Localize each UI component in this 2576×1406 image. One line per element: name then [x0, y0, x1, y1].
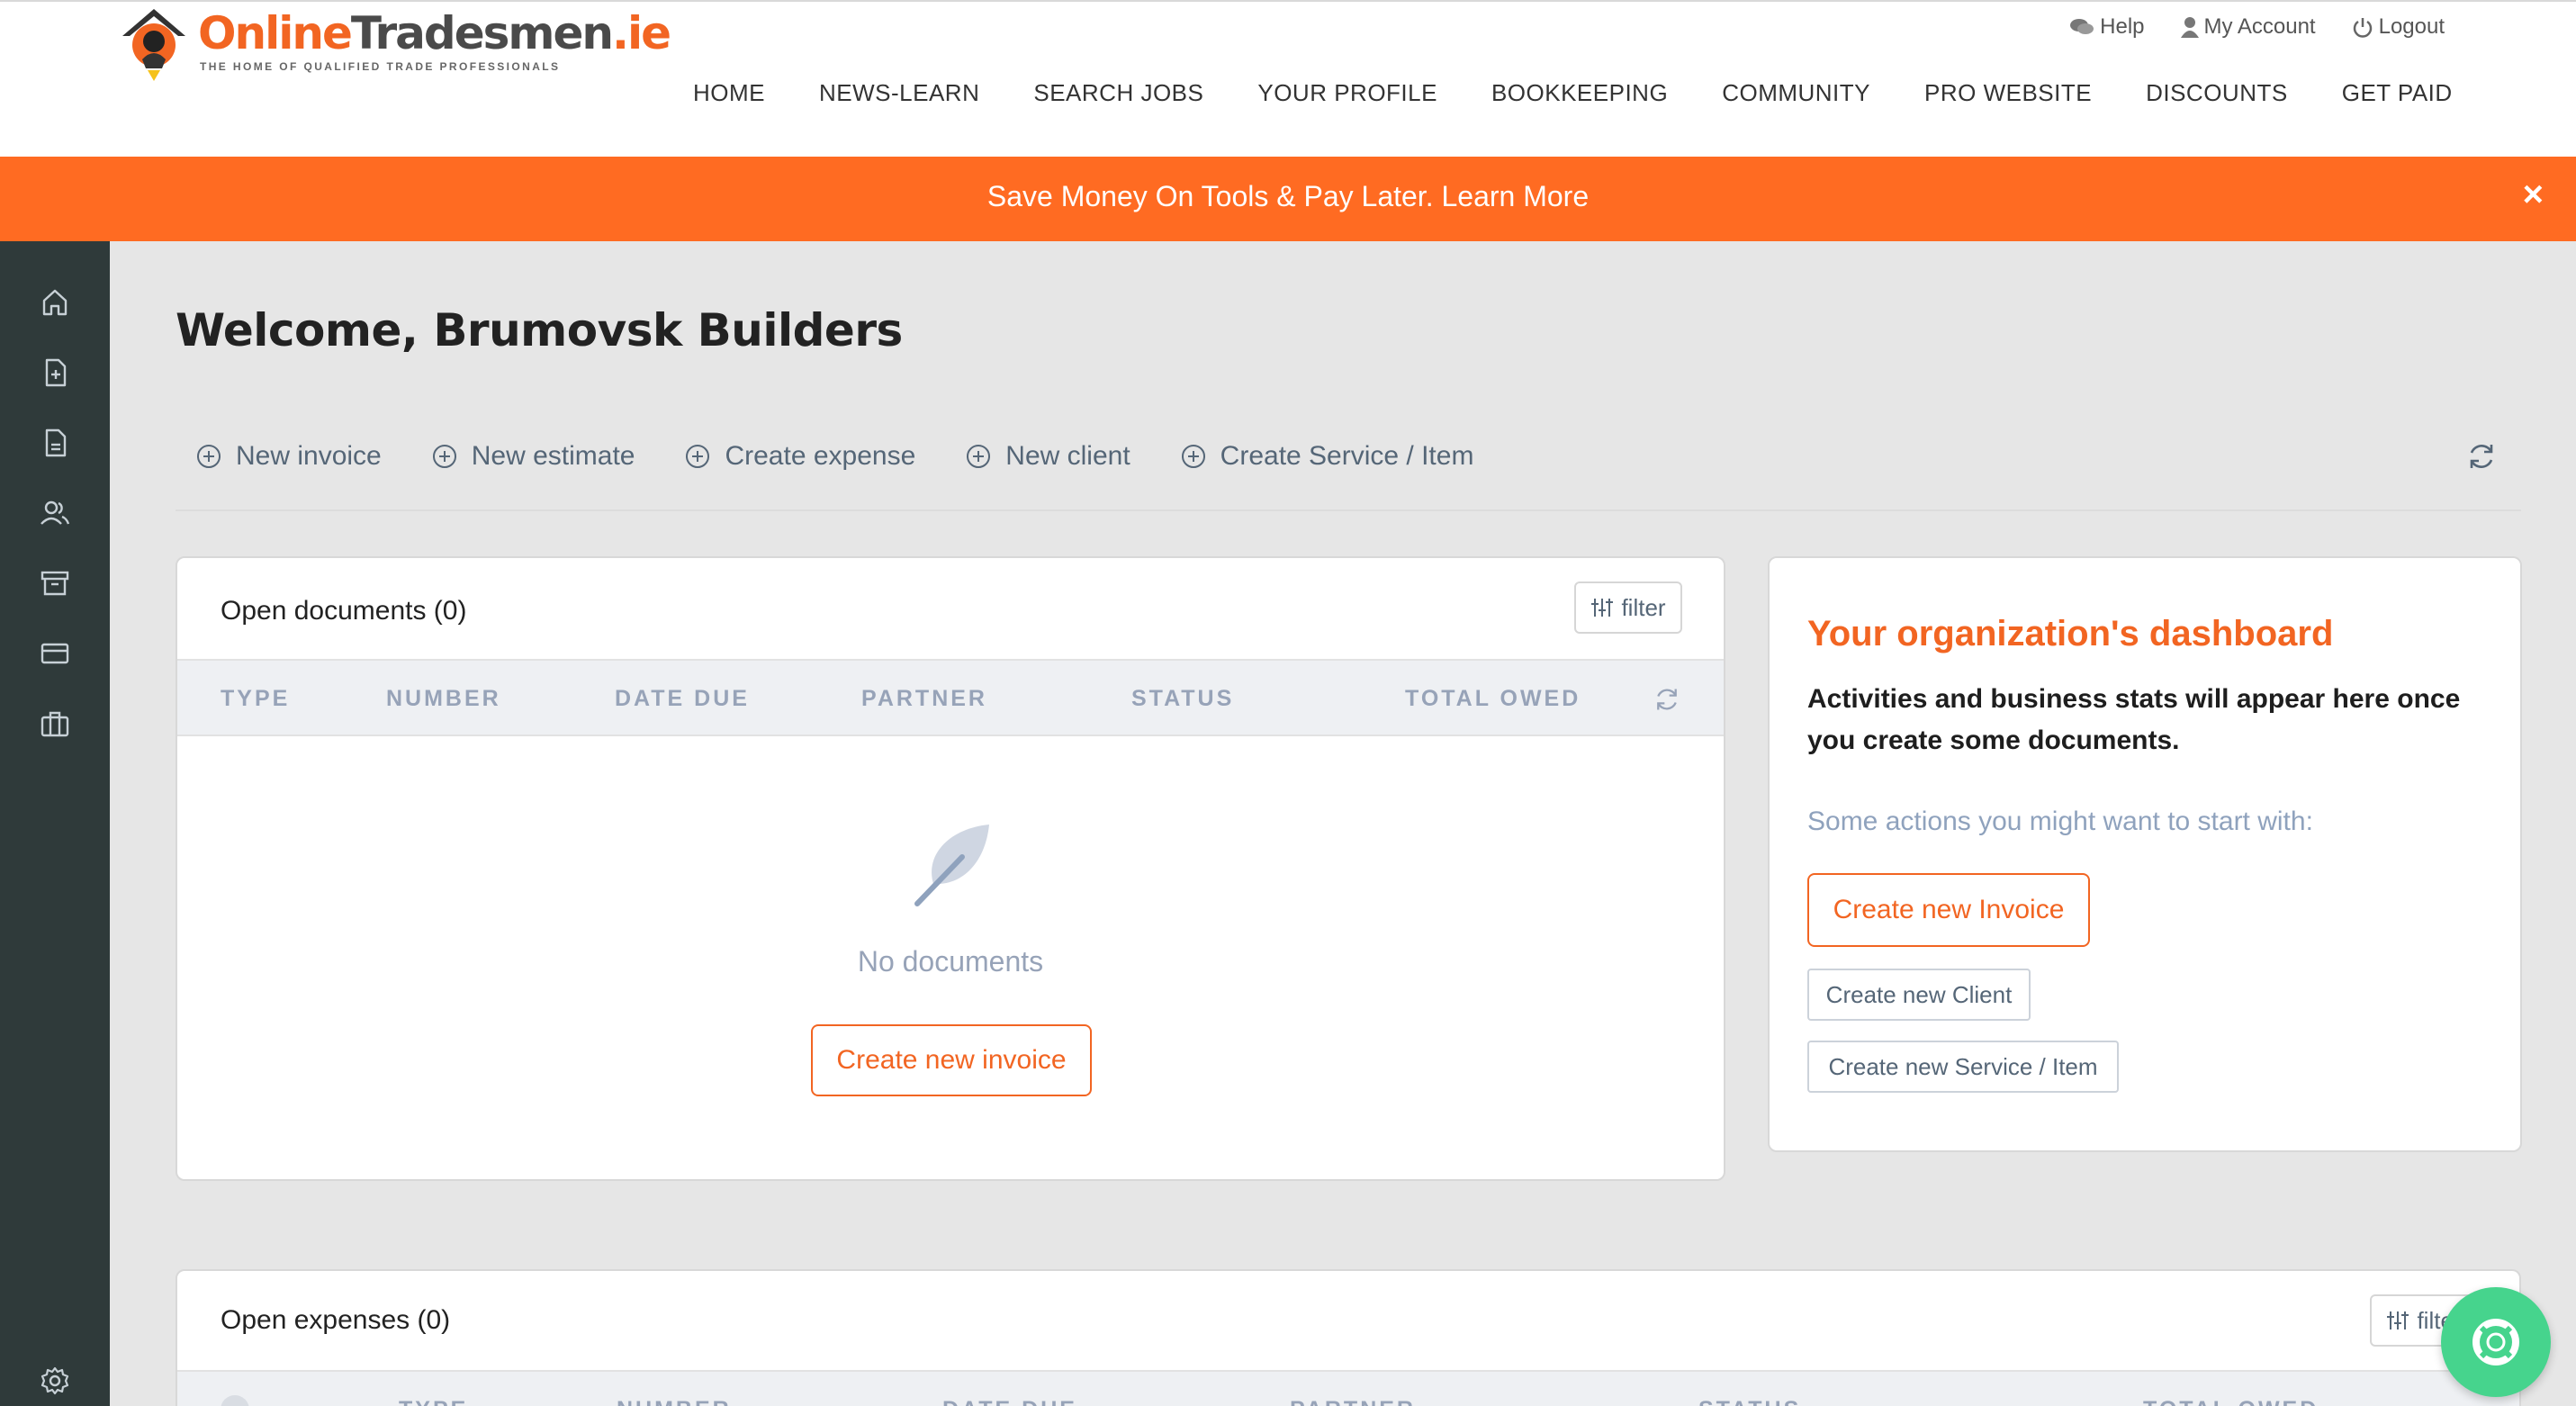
- filter-button[interactable]: filter: [1574, 581, 1682, 634]
- column-date-due[interactable]: DATE DUE: [615, 686, 750, 712]
- my-account-label: My Account: [2203, 14, 2316, 39]
- plus-circle-icon: [967, 445, 991, 468]
- logo-wordmark: OnlineTradesmen.ie: [198, 7, 671, 59]
- table-header: TYPE NUMBER DATE DUE PARTNER STATUS TOTA…: [177, 1370, 2519, 1406]
- table-header: TYPE NUMBER DATE DUE PARTNER STATUS TOTA…: [177, 659, 1724, 736]
- nav-your-profile[interactable]: YOUR PROFILE: [1257, 79, 1437, 107]
- divider: [176, 509, 2521, 511]
- nav-pro-website[interactable]: PRO WEBSITE: [1924, 79, 2092, 107]
- nav-home[interactable]: HOME: [693, 79, 765, 107]
- new-invoice-label: New invoice: [236, 441, 382, 471]
- new-client-action[interactable]: New client: [966, 441, 1130, 472]
- nav-discounts[interactable]: DISCOUNTS: [2146, 79, 2288, 107]
- logout-link[interactable]: Logout: [2352, 14, 2445, 40]
- column-total-owed[interactable]: TOTAL OWED: [1405, 686, 1581, 712]
- column-date-due[interactable]: DATE DUE: [942, 1397, 1077, 1406]
- plus-circle-icon: [686, 445, 710, 468]
- user-icon: [2180, 17, 2199, 38]
- column-number[interactable]: NUMBER: [617, 1397, 732, 1406]
- home-icon[interactable]: [39, 286, 71, 319]
- nav-search-jobs[interactable]: SEARCH JOBS: [1033, 79, 1203, 107]
- plus-circle-icon: [197, 445, 221, 468]
- tradesman-logo-icon: [122, 9, 185, 81]
- sliders-icon: [1591, 599, 1614, 617]
- my-account-link[interactable]: My Account: [2180, 14, 2316, 40]
- create-expense-label: Create expense: [725, 441, 916, 471]
- open-expenses-title: Open expenses (0): [221, 1305, 451, 1335]
- lifebuoy-icon: [2472, 1319, 2519, 1365]
- nav-get-paid[interactable]: GET PAID: [2342, 79, 2453, 107]
- promo-link[interactable]: Save Money On Tools & Pay Later. Learn M…: [0, 180, 2576, 213]
- column-status[interactable]: STATUS: [1698, 1397, 1801, 1406]
- settings-icon[interactable]: [39, 1365, 71, 1397]
- column-total-owed[interactable]: TOTAL OWED: [2143, 1397, 2319, 1406]
- utility-nav: Help My Account Logout: [2069, 14, 2445, 40]
- create-new-client-button[interactable]: Create new Client: [1807, 969, 2031, 1021]
- create-new-invoice-button[interactable]: Create new Invoice: [1807, 873, 2090, 947]
- logout-label: Logout: [2378, 14, 2445, 39]
- column-status[interactable]: STATUS: [1131, 686, 1234, 712]
- new-invoice-action[interactable]: New invoice: [196, 441, 382, 472]
- column-type[interactable]: TYPE: [221, 686, 290, 712]
- create-service-item-label: Create Service / Item: [1220, 441, 1474, 471]
- column-partner[interactable]: PARTNER: [1290, 1397, 1416, 1406]
- briefcase-icon[interactable]: [39, 708, 71, 740]
- sliders-icon: [2387, 1311, 2409, 1329]
- nav-community[interactable]: COMMUNITY: [1722, 79, 1870, 107]
- document-icon[interactable]: [39, 427, 71, 459]
- new-estimate-action[interactable]: New estimate: [432, 441, 635, 472]
- dashboard-description: Activities and business stats will appea…: [1807, 684, 2461, 755]
- help-link[interactable]: Help: [2069, 14, 2145, 40]
- create-new-invoice-button[interactable]: Create new invoice: [811, 1024, 1092, 1096]
- select-all-checkbox[interactable]: [221, 1395, 249, 1406]
- main-nav: HOME NEWS-LEARN SEARCH JOBS YOUR PROFILE…: [693, 79, 2453, 107]
- users-icon[interactable]: [39, 497, 71, 529]
- logo-word-online: Online: [198, 7, 353, 59]
- plus-circle-icon: [1181, 445, 1205, 468]
- open-documents-title: Open documents (0): [221, 596, 467, 626]
- plus-circle-icon: [432, 445, 456, 468]
- logo-word-tradesmen: Tradesmen: [350, 7, 614, 59]
- promo-banner: Save Money On Tools & Pay Later. Learn M…: [0, 157, 2576, 241]
- open-expenses-card: Open expenses (0) filter TYPE NUMBER DAT…: [176, 1269, 2521, 1406]
- site-logo[interactable]: OnlineTradesmen.ie THE HOME OF QUALIFIED…: [115, 5, 671, 83]
- new-client-label: New client: [1005, 441, 1130, 471]
- sidebar: [0, 241, 110, 1406]
- site-header: OnlineTradesmen.ie THE HOME OF QUALIFIED…: [0, 0, 2576, 157]
- new-document-icon[interactable]: [39, 356, 71, 389]
- refresh-icon[interactable]: [2466, 441, 2497, 472]
- page-title: Welcome, Brumovsk Builders: [176, 304, 903, 356]
- chat-bubbles-icon: [2070, 19, 2094, 34]
- filter-label: filter: [1621, 593, 1666, 621]
- support-chat-button[interactable]: [2441, 1287, 2551, 1397]
- create-expense-action[interactable]: Create expense: [685, 441, 915, 472]
- column-partner[interactable]: PARTNER: [861, 686, 987, 712]
- nav-bookkeeping[interactable]: BOOKKEEPING: [1491, 79, 1668, 107]
- dashboard-card: Your organization's dashboard Activities…: [1768, 556, 2522, 1152]
- create-service-item-action[interactable]: Create Service / Item: [1181, 441, 1474, 472]
- archive-icon[interactable]: [39, 567, 71, 599]
- power-icon: [2353, 18, 2372, 38]
- feather-icon: [914, 825, 989, 906]
- create-new-service-button[interactable]: Create new Service / Item: [1807, 1041, 2119, 1093]
- dashboard-suggestion: Some actions you might want to start wit…: [1807, 807, 2313, 836]
- quick-actions: New invoice New estimate Create expense …: [196, 441, 1473, 472]
- open-documents-card: Open documents (0) filter TYPE NUMBER DA…: [176, 556, 1725, 1181]
- column-type[interactable]: TYPE: [399, 1397, 468, 1406]
- dashboard-title: Your organization's dashboard: [1807, 614, 2334, 653]
- refresh-icon[interactable]: [1653, 686, 1680, 713]
- nav-news-learn[interactable]: NEWS-LEARN: [819, 79, 979, 107]
- new-estimate-label: New estimate: [471, 441, 635, 471]
- column-number[interactable]: NUMBER: [386, 686, 501, 712]
- help-label: Help: [2100, 14, 2145, 39]
- logo-word-domain: .ie: [611, 7, 671, 59]
- logo-tagline: THE HOME OF QUALIFIED TRADE PROFESSIONAL…: [200, 60, 561, 73]
- empty-state-text: No documents: [857, 945, 1044, 978]
- close-icon[interactable]: ×: [2523, 176, 2544, 212]
- credit-card-icon[interactable]: [39, 637, 71, 670]
